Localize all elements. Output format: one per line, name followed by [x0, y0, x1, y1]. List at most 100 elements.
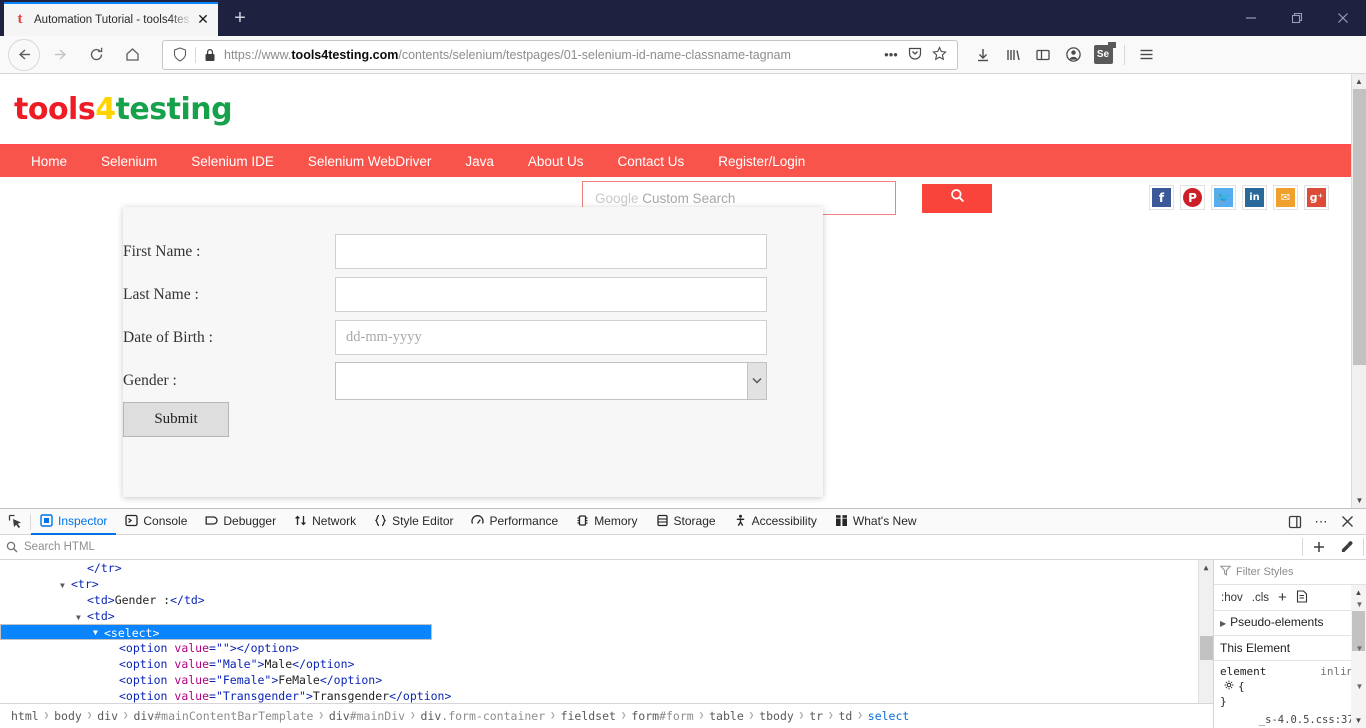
new-rule-icon[interactable] [1296, 589, 1308, 606]
tab-accessibility[interactable]: Accessibility [725, 509, 826, 535]
search-html-input[interactable]: Search HTML [24, 541, 95, 553]
nav-item-home[interactable]: Home [14, 147, 84, 177]
add-rule-button[interactable]: + [1278, 589, 1287, 606]
gear-icon[interactable] [1224, 679, 1234, 694]
tree-scrollbar-thumb[interactable] [1200, 636, 1213, 660]
star-icon[interactable] [927, 45, 951, 64]
scroll-down-icon[interactable]: ▼ [1352, 493, 1366, 508]
facebook-icon[interactable]: f [1149, 185, 1174, 210]
library-icon[interactable] [998, 40, 1028, 70]
tab-debugger[interactable]: Debugger [196, 509, 285, 535]
breadcrumb-item[interactable]: table [706, 709, 747, 723]
pocket-icon[interactable] [903, 46, 927, 63]
breadcrumb-item[interactable]: tbody [756, 709, 797, 723]
eyedropper-icon[interactable] [1333, 535, 1361, 559]
pinterest-icon[interactable]: P [1180, 185, 1205, 210]
tab-performance[interactable]: Performance [462, 509, 567, 535]
submit-button[interactable]: Submit [123, 402, 229, 437]
element-picker-icon[interactable] [0, 509, 30, 535]
restore-icon[interactable] [1274, 0, 1320, 36]
tab-close-icon[interactable]: ✕ [192, 9, 214, 31]
minimize-icon[interactable] [1228, 0, 1274, 36]
selenium-ide-extension-icon[interactable]: Se [1088, 40, 1118, 70]
cls-button[interactable]: .cls [1252, 592, 1269, 604]
lock-icon[interactable] [200, 48, 220, 62]
more-options-icon[interactable]: ⋯ [1308, 509, 1334, 535]
breadcrumb-item[interactable]: td [836, 709, 856, 723]
collapse-caret-3-icon[interactable]: ▼ [1355, 682, 1364, 691]
html-tree-row[interactable]: <option value="Transgender">Transgender<… [0, 688, 1213, 704]
first-name-input[interactable] [335, 234, 767, 269]
email-icon[interactable]: ✉ [1273, 185, 1298, 210]
pseudo-elements-section[interactable]: ▶ Pseudo-elements [1214, 611, 1366, 636]
nav-item-contact-us[interactable]: Contact Us [600, 147, 701, 177]
linkedin-icon[interactable]: in [1242, 185, 1267, 210]
reload-icon[interactable] [80, 39, 112, 71]
date-of-birth-input[interactable]: dd-mm-yyyy [335, 320, 767, 355]
breadcrumb-item[interactable]: div [94, 709, 121, 723]
close-icon[interactable] [1320, 0, 1366, 36]
breadcrumb-item[interactable]: div#mainDiv [326, 709, 408, 723]
site-logo[interactable]: tools4testing [14, 92, 233, 127]
breadcrumb-item[interactable]: div.form-container [418, 709, 549, 723]
downloads-icon[interactable] [968, 40, 998, 70]
scroll-up-icon[interactable]: ▲ [1352, 74, 1366, 89]
html-tree-row[interactable]: <option value="Male">Male</option> [0, 656, 1213, 672]
collapse-caret-2-icon[interactable]: ▼ [1355, 644, 1364, 653]
tab-storage[interactable]: Storage [647, 509, 725, 535]
html-tree-row[interactable]: <option value="Female">FeMale</option> [0, 672, 1213, 688]
breadcrumb-item[interactable]: tr [806, 709, 826, 723]
collapse-caret-1-icon[interactable]: ▼ [1355, 600, 1364, 609]
account-icon[interactable] [1058, 40, 1088, 70]
scroll-down-icon[interactable]: ▼ [1351, 713, 1366, 728]
html-tree-row[interactable]: <option value=""></option> [0, 640, 1213, 656]
last-name-input[interactable] [335, 277, 767, 312]
filter-styles-input[interactable]: Filter Styles [1214, 560, 1366, 585]
tab-style-editor[interactable]: Style Editor [365, 509, 462, 535]
breadcrumb-item[interactable]: form#form [628, 709, 696, 723]
html-tree-row-selected[interactable]: ▼ <select> [0, 624, 432, 640]
breadcrumb-item[interactable]: fieldset [558, 709, 619, 723]
rule-source-link[interactable]: _s-4.0.5.css:374 [1214, 712, 1366, 726]
sidebar-icon[interactable] [1028, 40, 1058, 70]
googleplus-icon[interactable]: g⁺ [1304, 185, 1329, 210]
scroll-up-icon[interactable]: ▲ [1199, 560, 1213, 575]
back-arrow-icon[interactable] [8, 38, 40, 71]
nav-item-about-us[interactable]: About Us [511, 147, 601, 177]
tab-network[interactable]: Network [285, 509, 365, 535]
scroll-up-icon[interactable]: ▲ [1351, 585, 1366, 600]
hov-button[interactable]: :hov [1221, 592, 1243, 604]
tab-console[interactable]: Console [116, 509, 196, 535]
html-tree-row[interactable]: ▼ <td> [0, 608, 1213, 624]
page-scrollbar[interactable]: ▲ ▼ [1351, 74, 1366, 508]
html-tree-row[interactable]: ▼ <tr> [0, 576, 1213, 592]
element-inline-rule[interactable]: element inline { } [1214, 661, 1366, 712]
nav-item-register-login[interactable]: Register/Login [701, 147, 822, 177]
add-node-button[interactable] [1305, 535, 1333, 559]
tab-inspector[interactable]: Inspector [31, 509, 117, 535]
tab-whats-new[interactable]: What's New [826, 509, 926, 535]
nav-item-selenium-webdriver[interactable]: Selenium WebDriver [291, 147, 449, 177]
menu-icon[interactable] [1131, 40, 1161, 70]
html-tree-row[interactable]: </tr> [0, 560, 1213, 576]
breadcrumb-item[interactable]: div#mainContentBarTemplate [130, 709, 316, 723]
page-scrollbar-thumb[interactable] [1353, 89, 1366, 365]
url-bar[interactable]: https://www.tools4testing.com/contents/s… [162, 39, 958, 70]
html-tree-panel[interactable]: </tr> ▼ <tr> <td>Gender :</td> ▼ <td> ▼ <select… [0, 560, 1213, 728]
page-actions-icon[interactable]: ••• [879, 47, 903, 62]
html-tree-row[interactable]: <td>Gender :</td> [0, 592, 1213, 608]
nav-item-selenium[interactable]: Selenium [84, 147, 174, 177]
chevron-down-icon[interactable] [747, 362, 766, 399]
dock-icon[interactable] [1282, 509, 1308, 535]
gender-select[interactable] [335, 361, 767, 400]
close-devtools-icon[interactable] [1334, 509, 1360, 535]
search-button[interactable] [922, 183, 992, 213]
nav-item-selenium-ide[interactable]: Selenium IDE [174, 147, 291, 177]
shield-icon[interactable] [169, 47, 191, 62]
nav-item-java[interactable]: Java [448, 147, 511, 177]
breadcrumb-item[interactable]: html [8, 709, 42, 723]
breadcrumb-item[interactable]: select [865, 709, 913, 723]
browser-tab[interactable]: t Automation Tutorial - tools4tes ✕ [4, 2, 218, 36]
tab-memory[interactable]: Memory [567, 509, 646, 535]
breadcrumb-item[interactable]: body [51, 709, 85, 723]
